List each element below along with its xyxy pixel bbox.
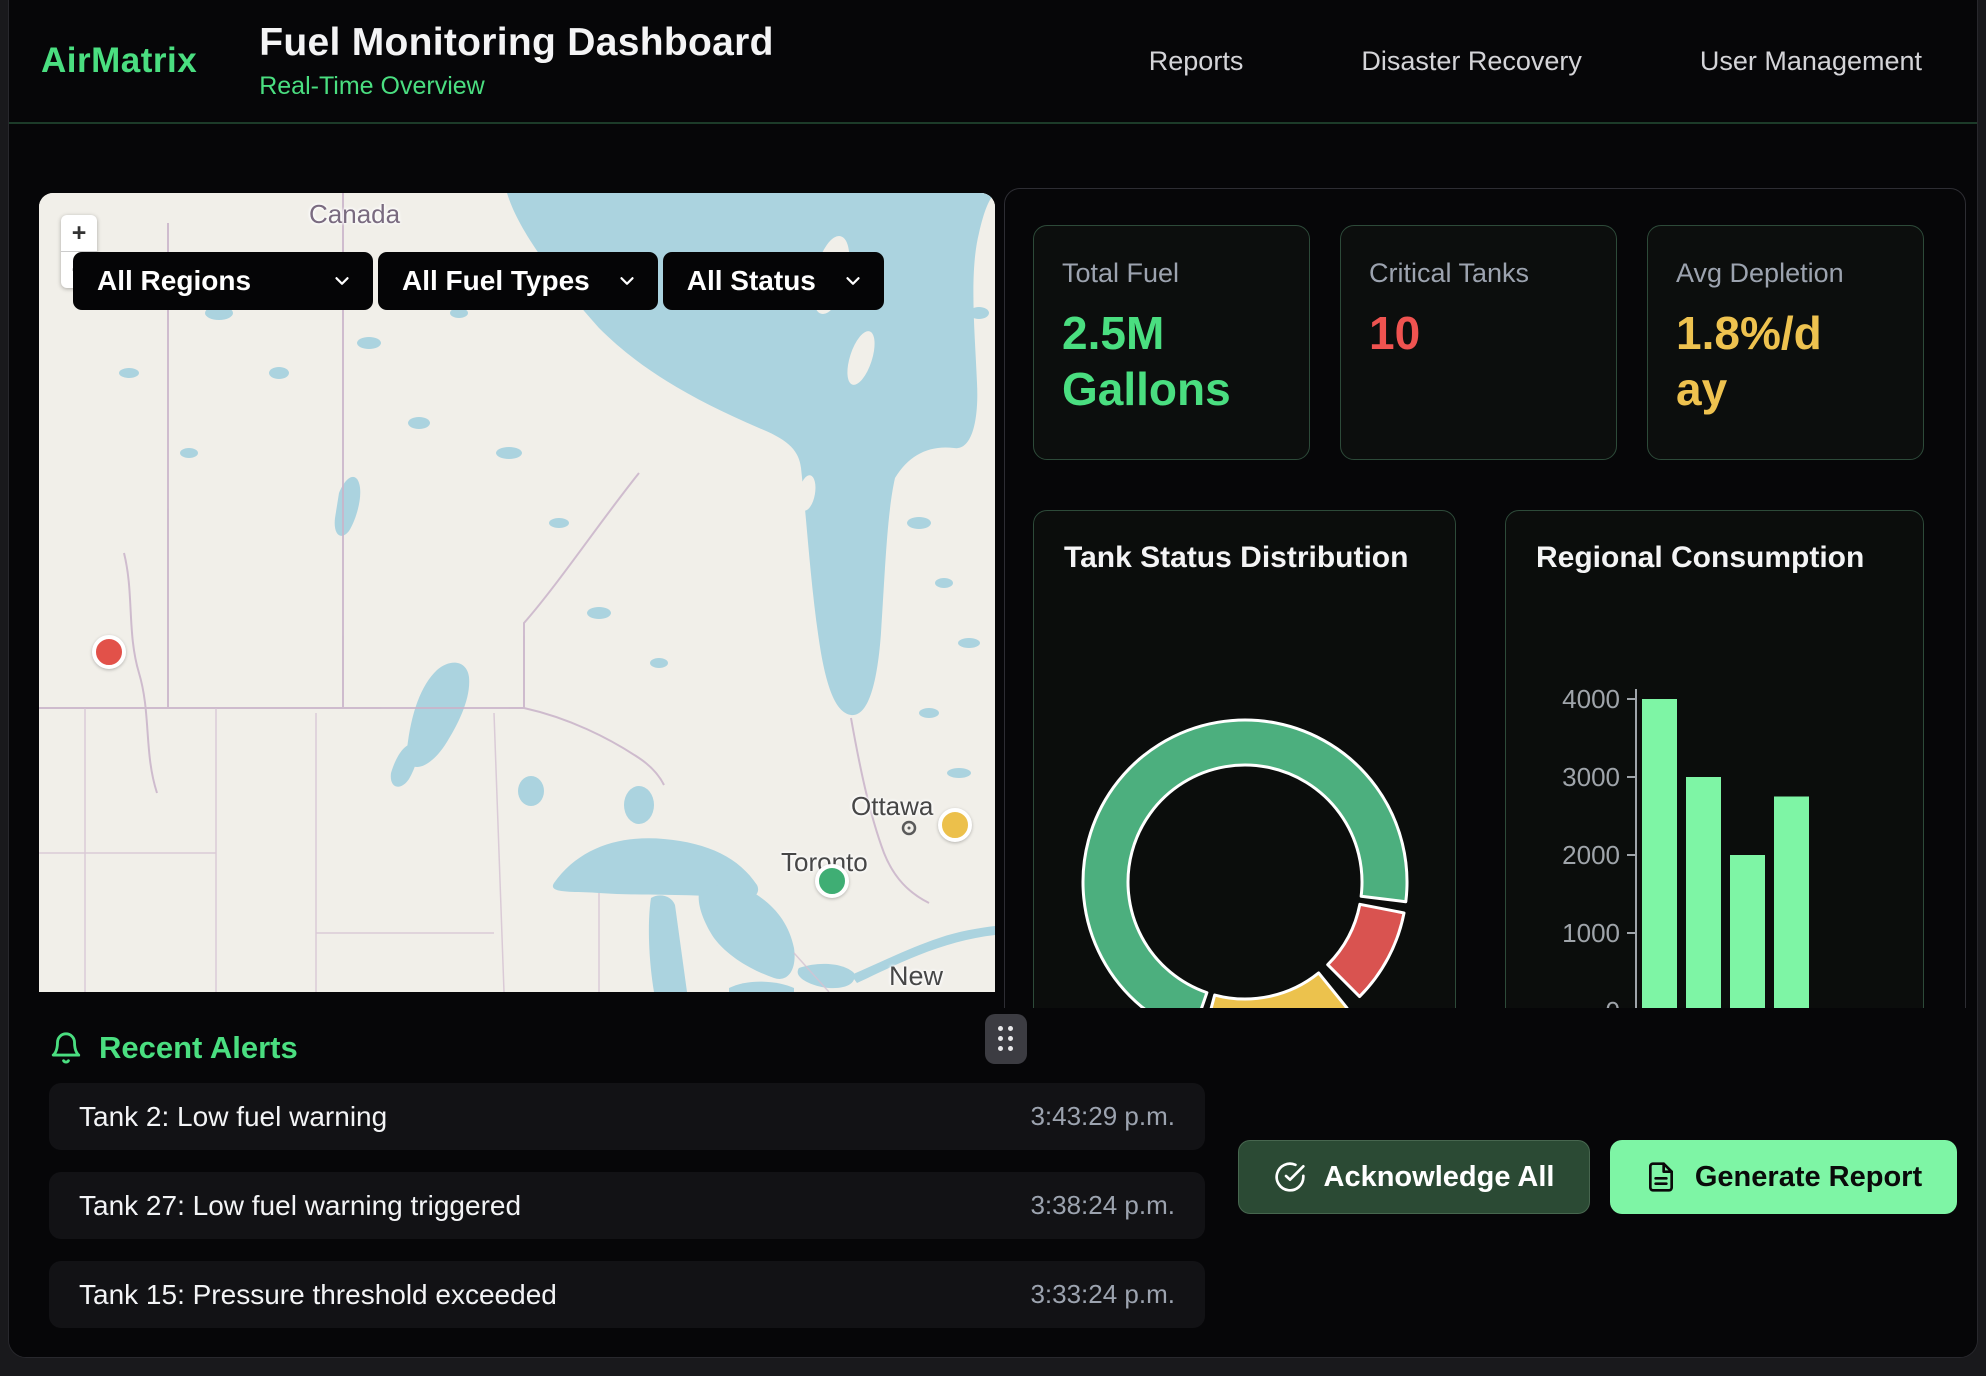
stat-value: 2.5M Gallons bbox=[1062, 305, 1267, 417]
alert-timestamp: 3:38:24 p.m. bbox=[1030, 1190, 1175, 1221]
svg-text:4000: 4000 bbox=[1562, 684, 1620, 714]
map-label-canada: Canada bbox=[309, 199, 400, 230]
tank-status-donut-chart bbox=[1034, 575, 1457, 1075]
main-nav: Reports Disaster Recovery User Managemen… bbox=[1149, 46, 1922, 77]
page-subtitle: Real-Time Overview bbox=[259, 72, 773, 101]
stat-label: Avg Depletion bbox=[1676, 258, 1895, 289]
file-text-icon bbox=[1645, 1161, 1677, 1193]
zoom-in-button[interactable]: + bbox=[61, 215, 97, 251]
alert-row[interactable]: Tank 2: Low fuel warning 3:43:29 p.m. bbox=[49, 1083, 1205, 1150]
svg-text:1000: 1000 bbox=[1562, 918, 1620, 948]
regional-consumption-bar-chart: 01000200030004000MidwestWest bbox=[1506, 575, 1925, 1075]
acknowledge-all-label: Acknowledge All bbox=[1324, 1161, 1555, 1194]
svg-text:3000: 3000 bbox=[1562, 762, 1620, 792]
page-title: Fuel Monitoring Dashboard bbox=[259, 21, 773, 65]
fuel-type-filter-dropdown[interactable]: All Fuel Types bbox=[378, 252, 658, 310]
region-filter-value: All Regions bbox=[97, 265, 251, 297]
map-marker-critical[interactable] bbox=[92, 635, 126, 669]
map-filters: All Regions All Fuel Types All Status bbox=[73, 252, 884, 310]
alerts-header: Recent Alerts bbox=[49, 1030, 298, 1066]
dashboard-root: AirMatrix Fuel Monitoring Dashboard Real… bbox=[8, 0, 1978, 1358]
map-marker-normal[interactable] bbox=[815, 864, 849, 898]
alert-timestamp: 3:43:29 p.m. bbox=[1030, 1101, 1175, 1132]
alert-row[interactable]: Tank 15: Pressure threshold exceeded 3:3… bbox=[49, 1261, 1205, 1328]
resize-drag-handle[interactable] bbox=[985, 1014, 1027, 1064]
alerts-title: Recent Alerts bbox=[99, 1030, 298, 1066]
stat-card-critical-tanks: Critical Tanks 10 bbox=[1340, 225, 1617, 460]
stat-card-total-fuel: Total Fuel 2.5M Gallons bbox=[1033, 225, 1310, 460]
alert-message: Tank 2: Low fuel warning bbox=[79, 1101, 387, 1133]
map-label-ottawa: Ottawa bbox=[851, 791, 933, 822]
svg-text:2000: 2000 bbox=[1562, 840, 1620, 870]
alert-message: Tank 27: Low fuel warning triggered bbox=[79, 1190, 521, 1222]
region-filter-dropdown[interactable]: All Regions bbox=[73, 252, 373, 310]
header: AirMatrix Fuel Monitoring Dashboard Real… bbox=[9, 0, 1977, 124]
nav-user-management[interactable]: User Management bbox=[1700, 46, 1922, 77]
status-filter-value: All Status bbox=[687, 265, 816, 297]
drag-dots-icon bbox=[998, 1026, 1014, 1052]
tank-status-chart-title: Tank Status Distribution bbox=[1064, 541, 1455, 575]
regional-consumption-chart-card: Regional Consumption 01000200030004000Mi… bbox=[1505, 510, 1924, 1055]
fuel-map[interactable]: Canada Ottawa Toronto New York + − All R… bbox=[39, 193, 995, 992]
chevron-down-icon bbox=[331, 270, 353, 292]
generate-report-button[interactable]: Generate Report bbox=[1610, 1140, 1957, 1214]
map-marker-warning[interactable] bbox=[938, 808, 972, 842]
chevron-down-icon bbox=[842, 270, 864, 292]
check-circle-icon bbox=[1274, 1161, 1306, 1193]
stat-card-avg-depletion: Avg Depletion 1.8%/day bbox=[1647, 225, 1924, 460]
stat-value: 10 bbox=[1369, 305, 1574, 361]
tank-status-chart-card: Tank Status Distribution bbox=[1033, 510, 1456, 1055]
alert-timestamp: 3:33:24 p.m. bbox=[1030, 1279, 1175, 1310]
alert-message: Tank 15: Pressure threshold exceeded bbox=[79, 1279, 557, 1311]
stat-label: Critical Tanks bbox=[1369, 258, 1588, 289]
page-title-block: Fuel Monitoring Dashboard Real-Time Over… bbox=[259, 21, 773, 101]
bell-icon bbox=[49, 1031, 83, 1065]
acknowledge-all-button[interactable]: Acknowledge All bbox=[1238, 1140, 1590, 1214]
status-filter-dropdown[interactable]: All Status bbox=[663, 252, 884, 310]
map-label-new-york: New York bbox=[889, 961, 995, 992]
generate-report-label: Generate Report bbox=[1695, 1161, 1922, 1194]
regional-consumption-chart-title: Regional Consumption bbox=[1536, 541, 1923, 575]
stat-label: Total Fuel bbox=[1062, 258, 1281, 289]
nav-disaster-recovery[interactable]: Disaster Recovery bbox=[1361, 46, 1582, 77]
stat-value: 1.8%/day bbox=[1676, 305, 1826, 417]
chevron-down-icon bbox=[616, 270, 638, 292]
nav-reports[interactable]: Reports bbox=[1149, 46, 1244, 77]
fuel-type-filter-value: All Fuel Types bbox=[402, 265, 590, 297]
app-logo: AirMatrix bbox=[41, 41, 197, 81]
alert-row[interactable]: Tank 27: Low fuel warning triggered 3:38… bbox=[49, 1172, 1205, 1239]
